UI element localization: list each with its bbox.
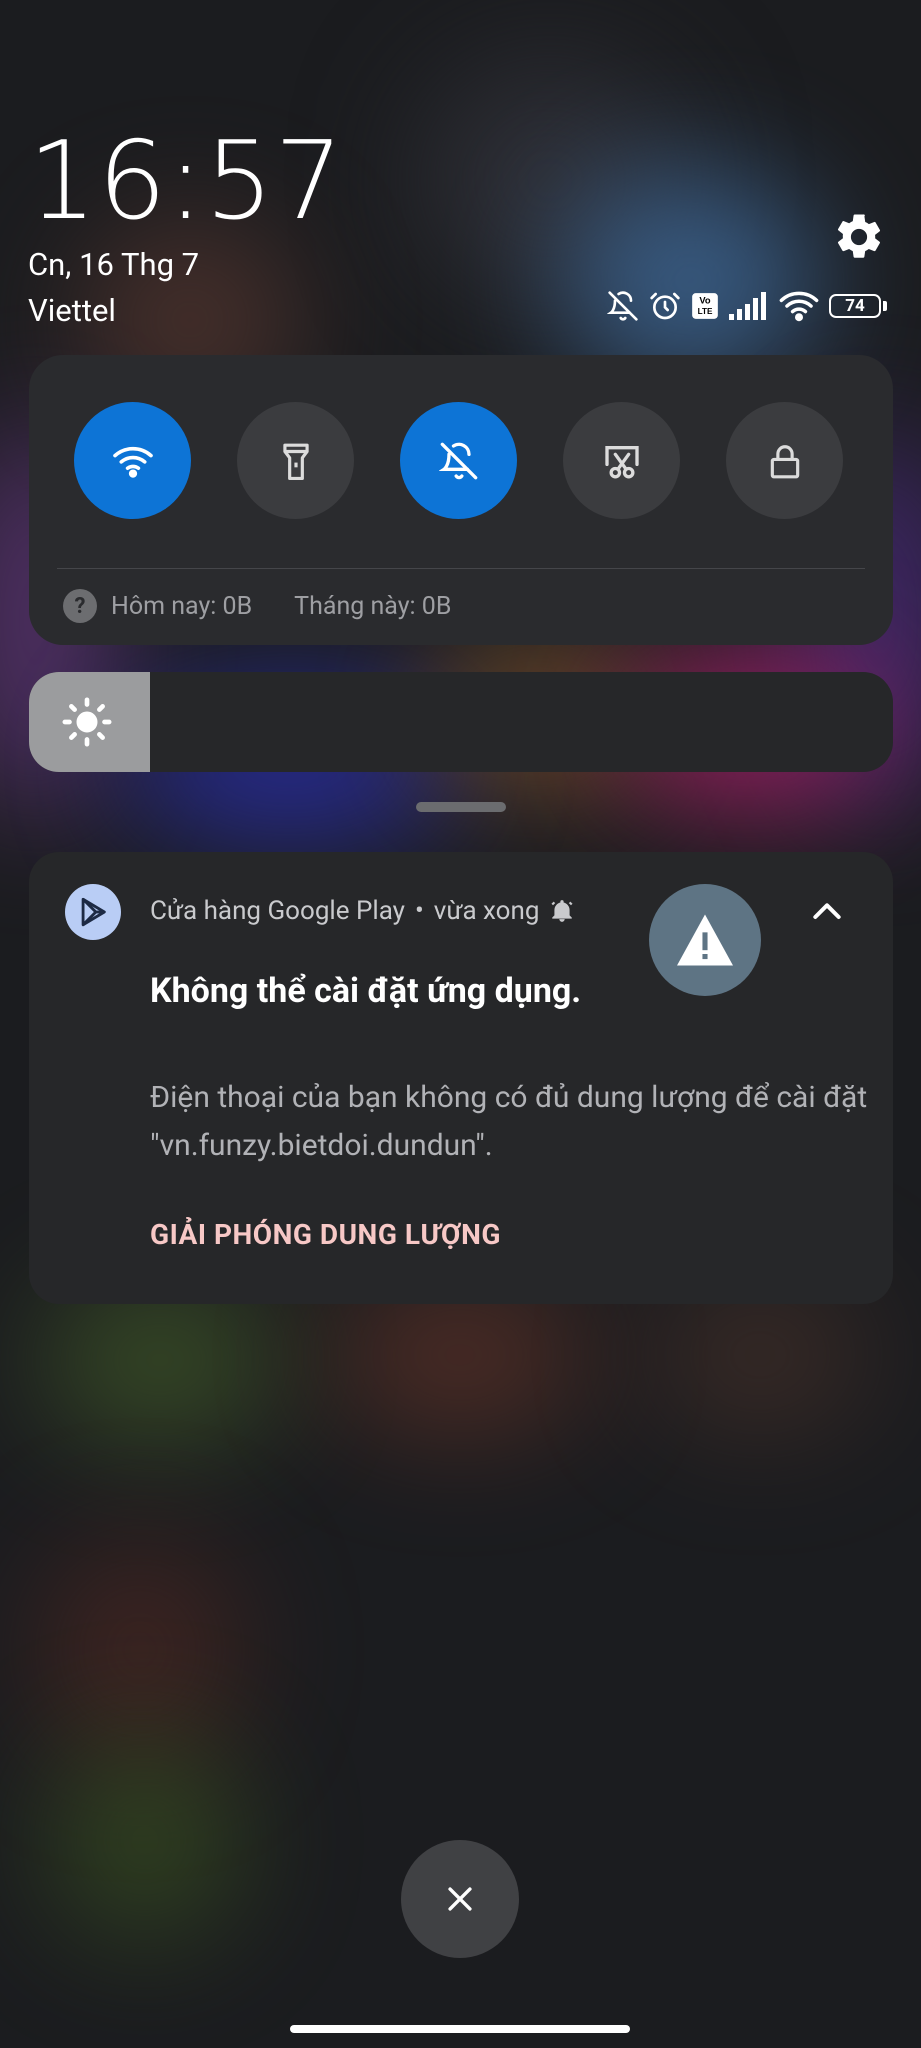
free-up-space-button[interactable]: GIẢI PHÓNG DUNG LƯỢNG bbox=[150, 1218, 501, 1251]
data-usage[interactable]: ? Hôm nay: 0B Tháng này: 0B bbox=[63, 589, 451, 623]
date-label: Cn, 16 Thg 7 bbox=[28, 246, 200, 283]
status-icons: Vo LTE 74 bbox=[607, 290, 887, 322]
quick-settings-panel: ? Hôm nay: 0B Tháng này: 0B bbox=[29, 355, 893, 645]
svg-text:Vo: Vo bbox=[699, 296, 711, 306]
notification-separator: • bbox=[414, 896, 424, 926]
panel-drag-handle[interactable] bbox=[416, 802, 506, 812]
sun-icon bbox=[62, 697, 112, 747]
help-icon: ? bbox=[63, 589, 97, 623]
data-usage-month: Tháng này: 0B bbox=[294, 591, 452, 621]
quick-tile-silent[interactable] bbox=[400, 402, 517, 519]
carrier-label: Viettel bbox=[28, 292, 116, 329]
quick-tile-flashlight[interactable] bbox=[237, 402, 354, 519]
brightness-slider[interactable] bbox=[29, 672, 893, 772]
battery-level: 74 bbox=[829, 294, 881, 318]
settings-gear-icon[interactable] bbox=[832, 210, 886, 264]
wifi-icon bbox=[779, 291, 819, 322]
bell-off-icon bbox=[607, 291, 638, 321]
signal-icon bbox=[729, 292, 766, 320]
data-usage-today: Hôm nay: 0B bbox=[111, 591, 253, 621]
svg-text:LTE: LTE bbox=[698, 307, 713, 316]
scissors-icon bbox=[604, 445, 639, 478]
divider bbox=[57, 568, 865, 569]
bell-off-icon bbox=[438, 442, 477, 479]
alarm-icon bbox=[650, 292, 680, 320]
quick-tile-lock[interactable] bbox=[726, 402, 843, 519]
quick-tile-screenshot[interactable] bbox=[563, 402, 680, 519]
warning-icon bbox=[649, 884, 761, 996]
battery-icon: 74 bbox=[829, 294, 887, 318]
notification-app-name: Cửa hàng Google Play bbox=[150, 896, 405, 926]
volte-icon: VoLTE bbox=[692, 293, 718, 319]
google-play-icon bbox=[65, 884, 121, 940]
notification-card[interactable]: Cửa hàng Google Play • vừa xong Không th… bbox=[29, 852, 893, 1304]
alert-bell-icon bbox=[551, 900, 573, 922]
notification-time: vừa xong bbox=[433, 896, 540, 926]
wifi-icon bbox=[112, 446, 153, 478]
collapse-chevron-up-icon[interactable] bbox=[807, 892, 847, 932]
clear-all-notifications-button[interactable] bbox=[401, 1840, 519, 1958]
notification-body: Điện thoại của bạn không có đủ dung lượn… bbox=[150, 1080, 868, 1163]
flashlight-icon bbox=[282, 443, 309, 480]
clock: 16:57 bbox=[28, 119, 345, 244]
gesture-navigation-bar[interactable] bbox=[290, 2025, 630, 2033]
lock-icon bbox=[770, 444, 799, 478]
close-icon bbox=[448, 1887, 472, 1911]
quick-tile-wifi[interactable] bbox=[74, 402, 191, 519]
notification-title: Không thể cài đặt ứng dụng. bbox=[150, 971, 582, 1011]
